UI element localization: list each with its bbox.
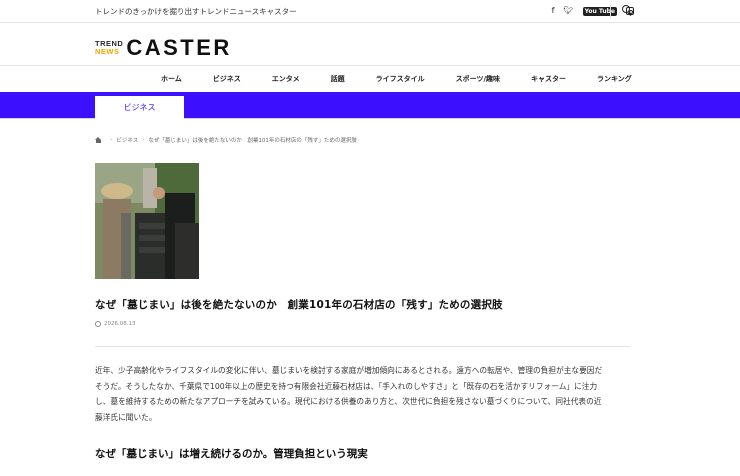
clock-icon [95,321,101,327]
nav-item-topics[interactable]: 話題 [331,74,345,84]
site-tagline: トレンドのきっかけを掘り出すトレンドニュースキャスター [95,7,297,16]
youtube-icon[interactable]: You Tube [582,6,617,16]
main-nav: ホーム ビジネス エンタメ 話題 ライフスタイル スポーツ/趣味 キャスター ラ… [0,66,740,92]
lead-line: 藤洋氏に聞いた。 [95,412,157,422]
divider [610,4,611,18]
lead-line: 近年、少子高齢化やライフスタイルの変化に伴い、墓じまいを検討する家庭が増加傾向に… [95,366,603,375]
lead-line: そうだ。そうしたなか、千葉県で100年以上の歴史を持つ有限会社近藤石材店は、「手… [95,381,598,391]
logo-wordmark: CASTER [126,35,232,60]
nav-item-lifestyle[interactable]: ライフスタイル [376,74,425,84]
logo-line-news: NEWS [95,47,120,56]
article-title: なぜ「墓じまい」は後を絶たないのか 創業101年の石材店の「残す」ための選択肢 [95,299,503,311]
date-text: 2026.08.13 [104,321,136,327]
category-bar: ビジネス [0,92,740,119]
lead-line: し、墓を維持するための新たなアプローチを試みている。現代における供養のあり方と、… [95,397,602,406]
search-icon[interactable] [622,5,630,13]
chevron-right-icon: › [142,137,145,143]
twitter-icon[interactable]: 🐦︎ [563,5,573,17]
article-date: 2026.08.13 [95,321,136,327]
article-lead: 近年、少子高齢化やライフスタイルの変化に伴い、墓じまいを検討する家庭が増加傾向に… [95,363,640,425]
breadcrumb: › ビジネス › なぜ「墓じまい」は後を絶たないのか 創業101年の石材店の「残… [95,136,357,144]
facebook-icon[interactable]: f [552,5,555,17]
nav-item-caster[interactable]: キャスター [531,74,566,84]
nav-item-ranking[interactable]: ランキング [597,74,632,84]
category-tab-active[interactable]: ビジネス [95,96,184,119]
article-image [95,163,199,279]
breadcrumb-current: なぜ「墓じまい」は後を絶たないのか 創業101年の石材店の「残す」ための選択肢 [148,138,357,144]
nav-item-sports[interactable]: スポーツ/趣味 [456,74,500,84]
nav-item-business[interactable]: ビジネス [213,74,241,84]
chevron-right-icon: › [110,137,113,143]
nav-item-entertainment[interactable]: エンタメ [272,74,300,84]
site-header: TREND NEWS CASTER [0,23,740,66]
nav-item-home[interactable]: ホーム [161,74,182,84]
divider [95,346,630,347]
breadcrumb-category[interactable]: ビジネス [116,136,138,144]
article-heading: なぜ「墓じまい」は増え続けるのか。管理負担という現実 [95,448,368,460]
logo-prefix: TREND NEWS [95,40,123,56]
site-logo[interactable]: TREND NEWS CASTER [95,35,232,61]
home-icon[interactable] [95,137,102,143]
top-bar: トレンドのきっかけを掘り出すトレンドニュースキャスター f 🐦︎ You Tub… [0,0,740,23]
